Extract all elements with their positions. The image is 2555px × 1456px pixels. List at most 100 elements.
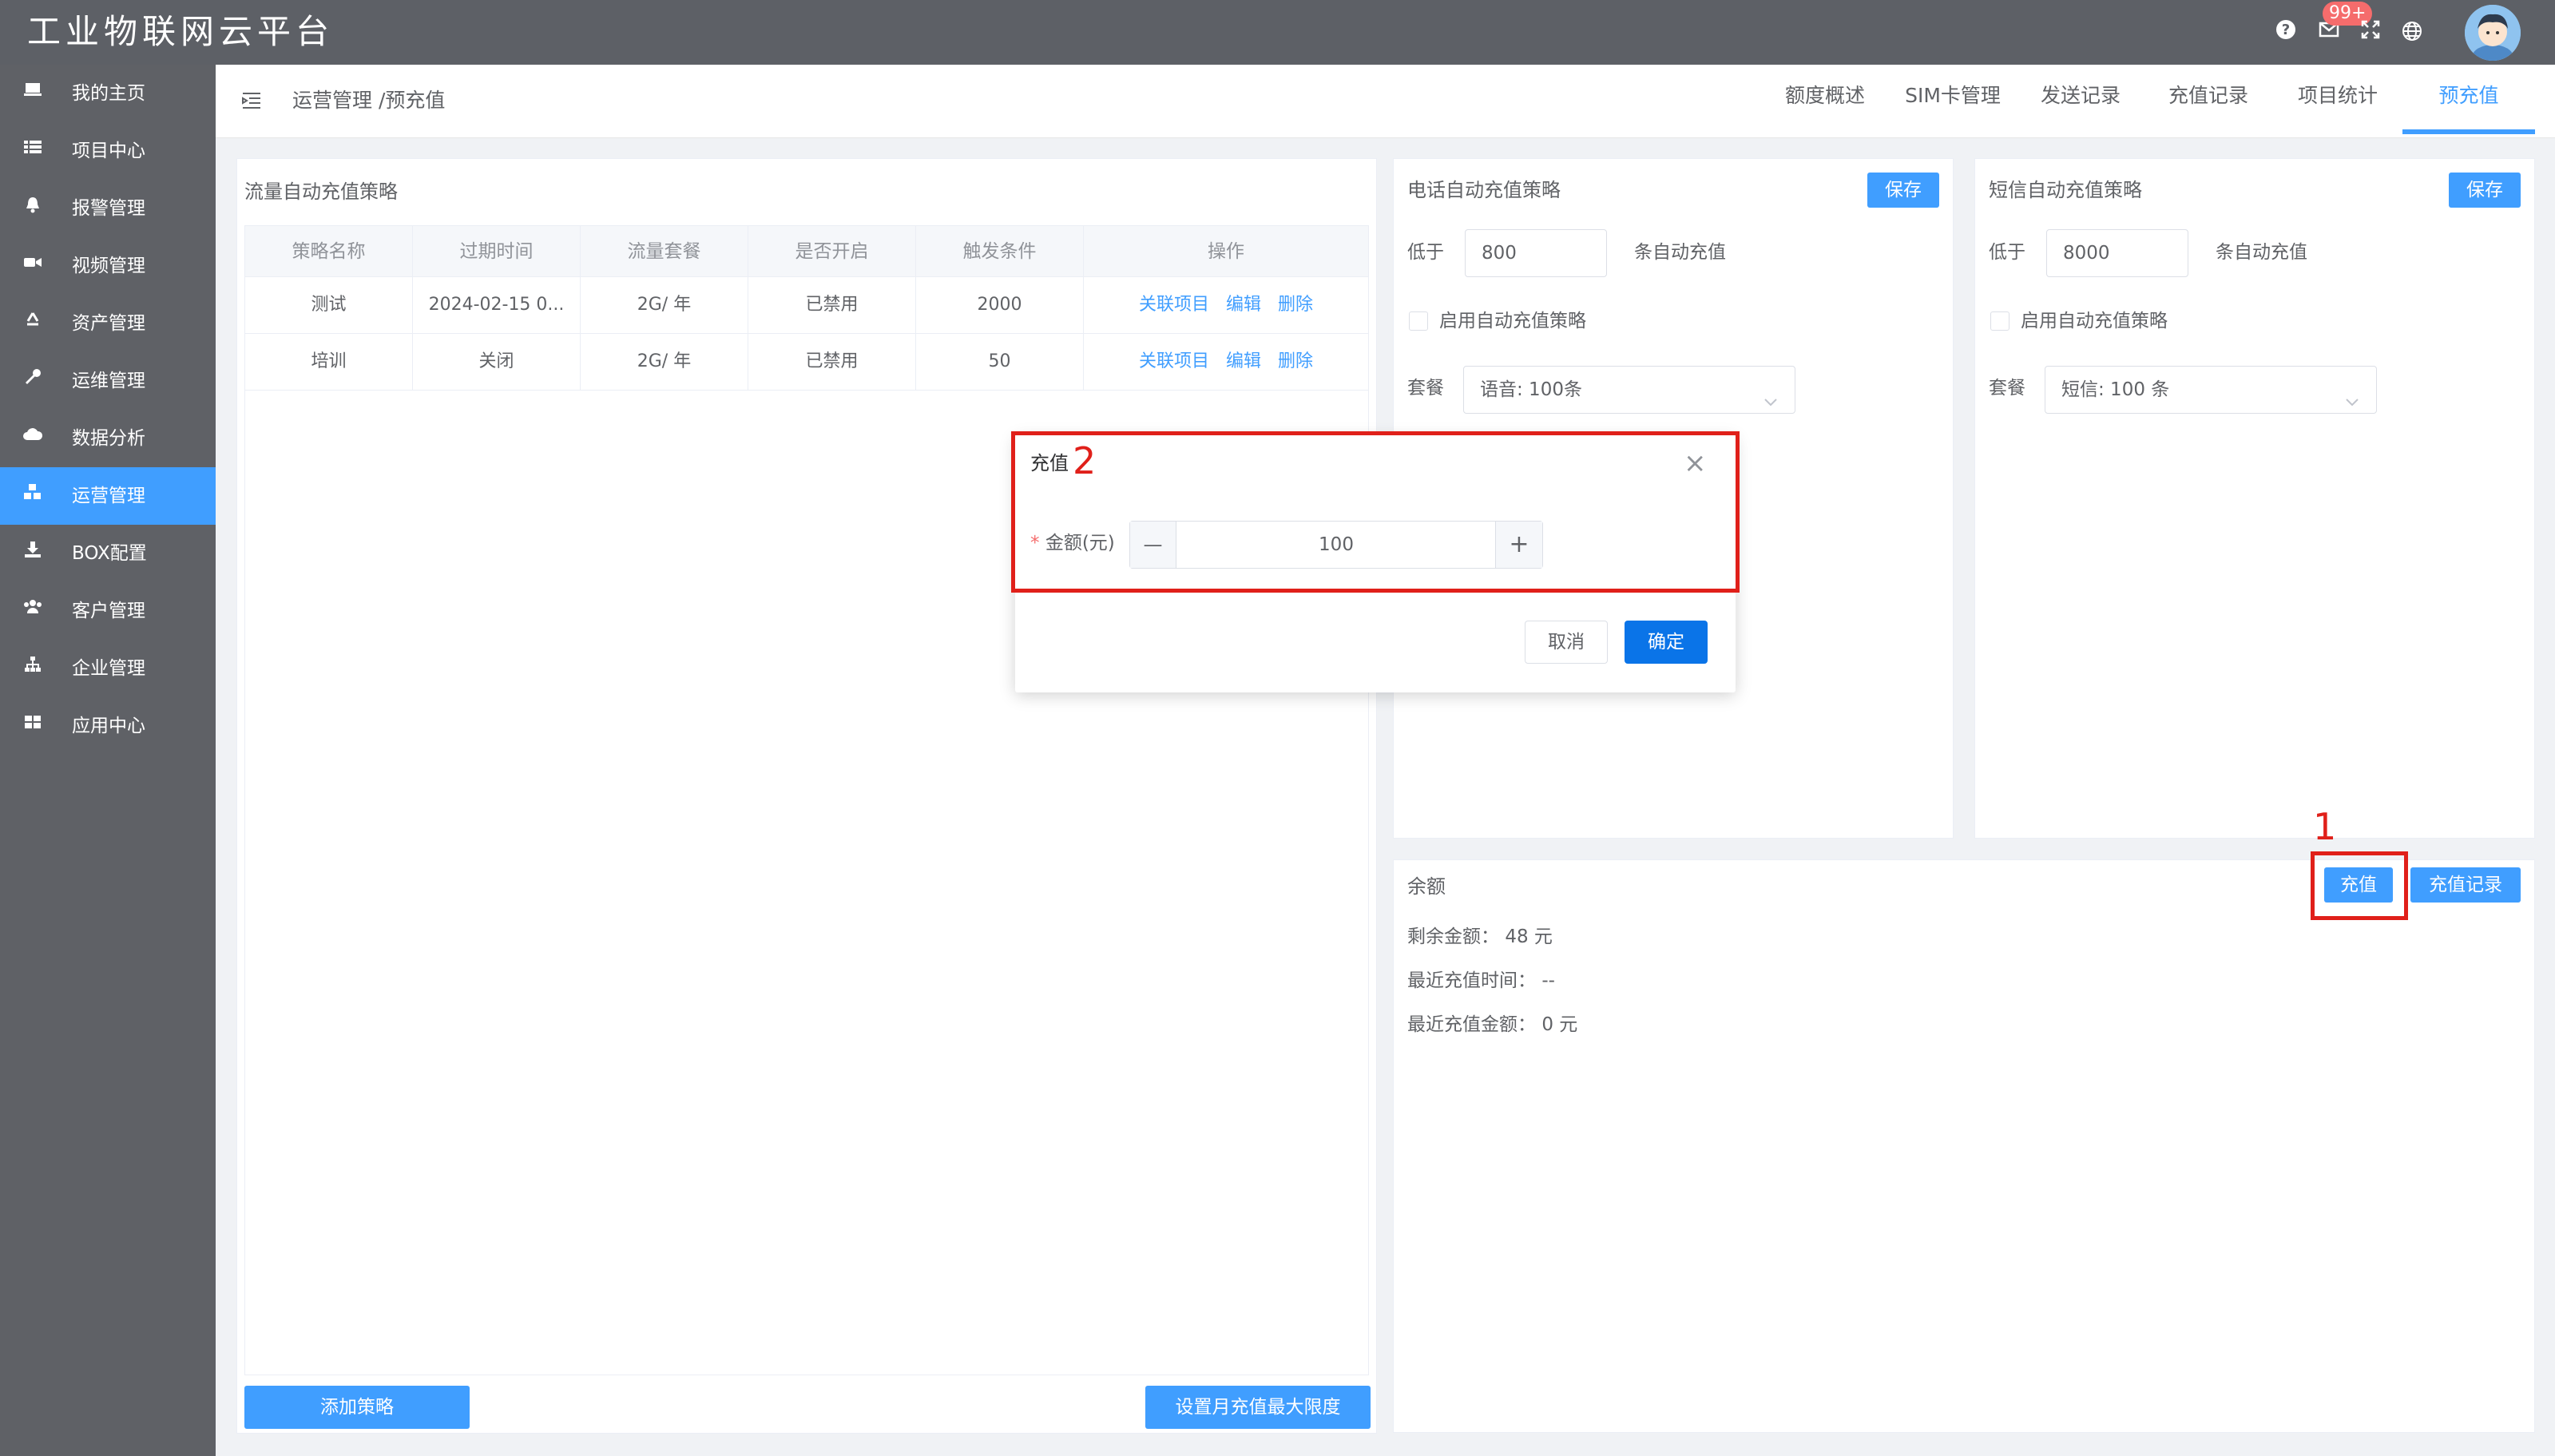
globe-icon[interactable] xyxy=(2398,19,2426,51)
sidebar-item-operations[interactable]: 运营管理 xyxy=(0,467,216,525)
sidebar-item-projects[interactable]: 项目中心 xyxy=(0,122,216,180)
strategy-table xyxy=(244,225,1369,1375)
column-header: 流量套餐 xyxy=(581,226,748,277)
table-cell: 测试 xyxy=(245,277,413,334)
phone-package-value: 语音: 100条 xyxy=(1480,379,1582,400)
table-cell-actions: 关联项目 编辑 删除 xyxy=(1084,334,1368,391)
sidebar-item-app-center[interactable]: 应用中心 xyxy=(0,697,216,755)
phone-enable-checkbox[interactable] xyxy=(1409,311,1428,331)
sidebar-item-alarms[interactable]: 报警管理 xyxy=(0,180,216,237)
sidebar-item-assets[interactable]: 资产管理 xyxy=(0,295,216,352)
column-header: 操作 xyxy=(1084,226,1368,277)
video-icon xyxy=(21,237,45,295)
sms-package-value: 短信: 100 条 xyxy=(2061,379,2170,400)
sms-threshold-input[interactable]: 8000 xyxy=(2046,229,2188,277)
table-cell: 2000 xyxy=(916,277,1084,334)
phone-panel-title: 电话自动充值策略 xyxy=(1407,179,1561,201)
sidebar-item-label: 客户管理 xyxy=(72,601,145,621)
highlight-box-step2 xyxy=(1011,431,1740,593)
link-edit[interactable]: 编辑 xyxy=(1226,295,1261,315)
last-time-label: 最近充值时间： xyxy=(1407,970,1536,991)
set-monthly-max-button[interactable]: 设置月充值最大限度 xyxy=(1145,1386,1371,1429)
table-cell-actions: 关联项目 编辑 删除 xyxy=(1084,277,1368,334)
collapse-menu-icon[interactable] xyxy=(241,89,262,113)
tab-project-stats[interactable]: 项目统计 xyxy=(2286,78,2390,126)
phone-package-label: 套餐 xyxy=(1407,378,1444,399)
last-recharge-time: 最近充值时间： -- xyxy=(1407,965,1555,997)
sidebar-item-label: 应用中心 xyxy=(72,716,145,736)
remaining-balance: 剩余金额： 48 元 xyxy=(1407,921,1553,953)
sms-package-select[interactable]: 短信: 100 条 xyxy=(2045,366,2377,414)
link-related-projects[interactable]: 关联项目 xyxy=(1139,295,1209,315)
tab-sim-management[interactable]: SIM卡管理 xyxy=(1893,78,2013,126)
table-cell: 2G/ 年 xyxy=(581,334,748,391)
sidebar-item-analytics[interactable]: 数据分析 xyxy=(0,410,216,467)
phone-package-select[interactable]: 语音: 100条 xyxy=(1463,366,1795,414)
users-icon xyxy=(21,582,45,640)
cloud-icon xyxy=(21,410,45,467)
phone-save-button[interactable]: 保存 xyxy=(1867,173,1939,208)
list-icon xyxy=(21,122,45,180)
balance-panel-title: 余额 xyxy=(1407,875,1446,898)
help-icon[interactable]: ? xyxy=(2271,18,2300,50)
link-delete[interactable]: 删除 xyxy=(1278,295,1313,315)
sidebar-item-label: 我的主页 xyxy=(72,83,145,104)
sidebar-item-enterprise[interactable]: 企业管理 xyxy=(0,640,216,697)
add-strategy-button[interactable]: 添加策略 xyxy=(244,1386,470,1429)
table-cell: 已禁用 xyxy=(748,334,916,391)
table-cell: 已禁用 xyxy=(748,277,916,334)
phone-suffix-label: 条自动充值 xyxy=(1634,242,1726,263)
sidebar: 我的主页 项目中心 报警管理 视频管理 资产管理 运维管理 数据分析 运营管理 … xyxy=(0,65,216,1456)
balance-panel xyxy=(1393,859,2535,1433)
cancel-button[interactable]: 取消 xyxy=(1525,621,1608,664)
phone-enable-label: 启用自动充值策略 xyxy=(1439,311,1586,331)
confirm-button[interactable]: 确定 xyxy=(1625,621,1708,664)
recharge-history-button[interactable]: 充值记录 xyxy=(2410,867,2521,903)
link-related-projects[interactable]: 关联项目 xyxy=(1139,351,1209,371)
sms-suffix-label: 条自动充值 xyxy=(2216,242,2307,263)
sidebar-item-video[interactable]: 视频管理 xyxy=(0,237,216,295)
sitemap-icon xyxy=(21,640,45,697)
sidebar-item-box-config[interactable]: BOX配置 xyxy=(0,525,216,582)
table-cell: 培训 xyxy=(245,334,413,391)
svg-text:?: ? xyxy=(2282,22,2290,38)
flow-panel-title: 流量自动充值策略 xyxy=(244,181,398,203)
sidebar-item-maintenance[interactable]: 运维管理 xyxy=(0,352,216,410)
top-bar xyxy=(0,0,2555,65)
phone-threshold-input[interactable]: 800 xyxy=(1465,229,1607,277)
chevron-down-icon xyxy=(2344,381,2360,427)
sms-save-button[interactable]: 保存 xyxy=(2449,173,2521,208)
sidebar-item-home[interactable]: 我的主页 xyxy=(0,65,216,122)
tab-recharge-records[interactable]: 充值记录 xyxy=(2156,78,2260,126)
sidebar-item-label: 报警管理 xyxy=(72,198,145,219)
fullscreen-icon[interactable] xyxy=(2356,18,2385,50)
monitor-icon xyxy=(21,65,45,122)
table-cell: 2G/ 年 xyxy=(581,277,748,334)
bell-icon xyxy=(21,180,45,237)
sms-enable-checkbox[interactable] xyxy=(1990,311,2009,331)
sidebar-item-customers[interactable]: 客户管理 xyxy=(0,582,216,640)
sidebar-item-label: 项目中心 xyxy=(72,141,145,161)
cubes-icon xyxy=(21,467,45,525)
sidebar-item-label: 运维管理 xyxy=(72,371,145,391)
sms-panel-title: 短信自动充值策略 xyxy=(1989,179,2142,201)
sidebar-item-label: 运营管理 xyxy=(72,486,145,506)
link-edit[interactable]: 编辑 xyxy=(1226,351,1261,371)
breadcrumb: 运营管理 /预充值 xyxy=(292,89,446,112)
download-icon xyxy=(21,525,45,582)
avatar[interactable] xyxy=(2465,5,2521,61)
column-header: 是否开启 xyxy=(748,226,916,277)
phone-below-label: 低于 xyxy=(1407,242,1444,263)
column-header: 触发条件 xyxy=(916,226,1084,277)
last-time-value: -- xyxy=(1541,970,1555,991)
recycle-icon xyxy=(21,295,45,352)
sidebar-item-label: BOX配置 xyxy=(72,543,147,564)
tab-prepaid[interactable]: 预充值 xyxy=(2417,78,2521,126)
link-delete[interactable]: 删除 xyxy=(1278,351,1313,371)
tab-send-records[interactable]: 发送记录 xyxy=(2029,78,2132,126)
column-header: 策略名称 xyxy=(245,226,413,277)
wrench-icon xyxy=(21,352,45,410)
tab-quota-overview[interactable]: 额度概述 xyxy=(1773,78,1877,126)
sidebar-item-label: 视频管理 xyxy=(72,256,145,276)
sms-enable-label: 启用自动充值策略 xyxy=(2021,311,2168,331)
